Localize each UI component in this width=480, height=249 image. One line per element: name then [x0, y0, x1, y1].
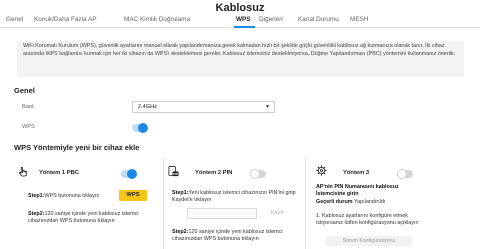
band-label: Bant [22, 104, 34, 110]
wps-label: WPS [22, 124, 35, 130]
general-heading: Genel [14, 86, 35, 95]
method2-toggle[interactable] [250, 169, 266, 179]
toggle-knob [138, 123, 148, 133]
method3-toggle[interactable] [397, 169, 413, 179]
active-tab-indicator [234, 26, 255, 28]
card-divider [163, 158, 164, 249]
methods-heading: WPS Yöntemiyle yeni bir cihaz ekle [14, 143, 140, 152]
tab-konuk[interactable]: Konuk/Daha Fazla AP [34, 16, 97, 23]
tab-wps[interactable]: WPS [236, 16, 251, 23]
band-value: 2.4GHz [138, 104, 157, 110]
settings-gear-icon [316, 165, 327, 176]
config-button[interactable]: Sorum Konfigürasyonu [326, 236, 412, 246]
svg-text:PIN: PIN [173, 172, 178, 176]
band-select[interactable]: 2.4GHz ▼ [132, 101, 275, 113]
wps-toggle[interactable] [132, 123, 148, 133]
tab-mesh[interactable]: MESH [350, 16, 368, 23]
toggle-knob [127, 169, 137, 179]
method3-status: Geçerli durum Yapılandırıldı [316, 199, 386, 205]
tab-kanal-durumu[interactable]: Kanal Durumu [298, 16, 339, 23]
method3-subtitle: AP'nin PIN Numarasını kablosuz İstemcisi… [316, 184, 399, 198]
method1-title: Yöntem 1 PBC [39, 170, 79, 176]
method2-title: Yöntem 2 PIN [195, 170, 233, 176]
pin-input[interactable] [187, 208, 257, 219]
chevron-down-icon: ▼ [265, 104, 270, 110]
card-divider [305, 158, 306, 249]
toggle-knob [397, 169, 407, 179]
wps-push-button[interactable]: WPS [119, 190, 147, 201]
method1-card [14, 158, 162, 249]
method1-toggle[interactable] [121, 169, 137, 179]
method3-title: Yöntem 3 [343, 170, 370, 176]
tab-bar: Genel Konuk/Daha Fazla AP MAC Kimlik Doğ… [0, 16, 480, 28]
method1-step1: Step1:WPS butonuna tıklayın [28, 193, 100, 199]
method2-step2: Step2:120 saniye içinde yeni kablosuz is… [172, 229, 283, 243]
method2-step1: Step1:Yeni kablosuz istemci cihazınızın … [172, 190, 296, 204]
pin-keypad-icon: PIN [168, 166, 179, 177]
method1-step2: Step2:120 saniye içinde yeni kablosuz is… [28, 211, 139, 225]
tab-digerleri[interactable]: Diğerleri [259, 16, 283, 23]
hand-pointer-icon [18, 166, 28, 177]
tab-mac-auth[interactable]: MAC Kimlik Doğrulama [124, 16, 190, 23]
page-title: Kablosuz [215, 2, 265, 14]
tab-genel[interactable]: Genel [6, 16, 23, 23]
wps-info-box: WiFi Korumalı Kurulum (WPS), güvenlik ay… [17, 41, 464, 77]
toggle-knob [250, 169, 260, 179]
method3-note: 1. Kablosuz ayarlarını konfigüre etmek i… [316, 213, 419, 227]
save-button[interactable]: Kayıt [262, 208, 292, 219]
